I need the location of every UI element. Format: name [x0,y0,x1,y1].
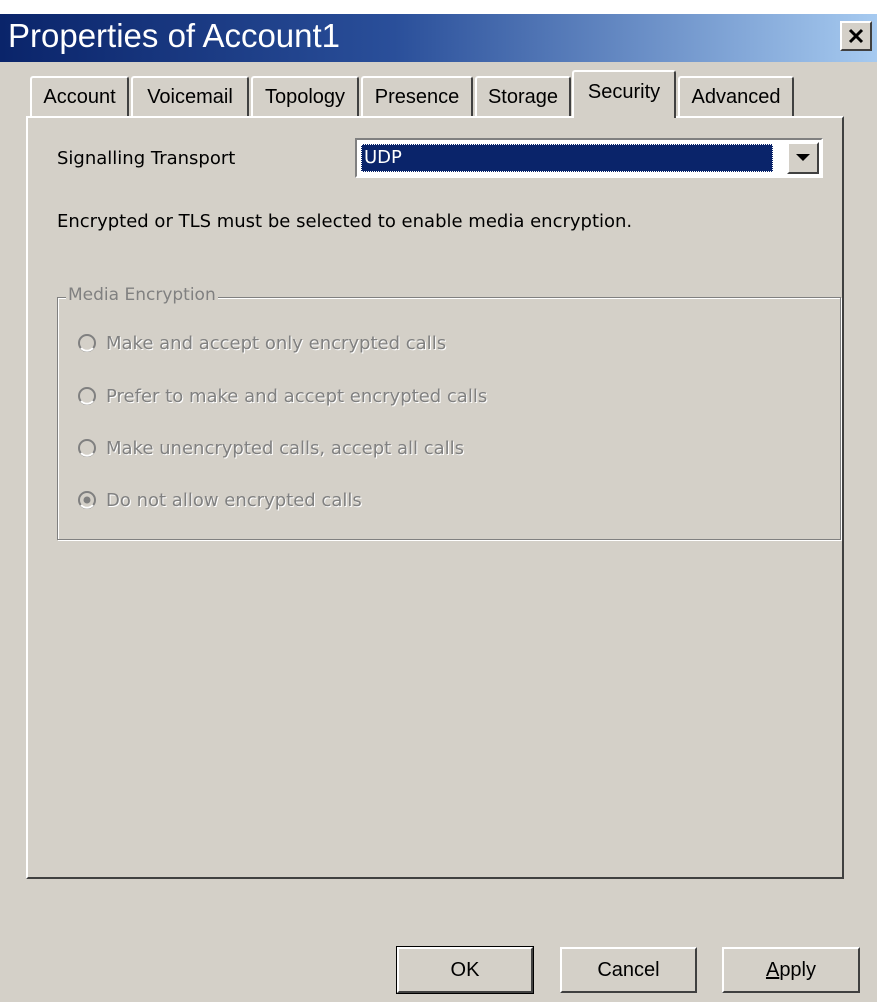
close-icon [848,28,864,44]
radio-only-encrypted[interactable]: Make and accept only encrypted calls [77,330,446,356]
apply-button[interactable]: Apply [722,947,860,993]
radio-no-encrypted-label: Do not allow encrypted calls [106,489,362,511]
tab-account-label: Account [43,85,116,108]
tab-topology[interactable]: Topology [251,76,359,116]
radio-unencrypted-accept-all[interactable]: Make unencrypted calls, accept all calls [77,435,464,461]
signalling-transport-select[interactable]: UDP [355,138,823,178]
apply-button-label: Apply [766,959,816,982]
title-bar: Properties of Account1 [0,14,877,62]
tab-storage[interactable]: Storage [475,76,571,116]
radio-unselected-icon [78,334,96,352]
cropped-page-header [0,0,877,14]
encryption-info-text: Encrypted or TLS must be selected to ena… [57,211,633,232]
dropdown-button[interactable] [787,142,819,174]
window-title: Properties of Account1 [8,17,341,54]
radio-prefer-encrypted[interactable]: Prefer to make and accept encrypted call… [77,383,487,409]
apply-label-rest: pply [779,958,817,981]
tab-security[interactable]: Security [572,70,676,118]
cancel-button-label: Cancel [597,958,660,981]
radio-no-encrypted[interactable]: Do not allow encrypted calls [77,487,362,513]
close-button[interactable] [840,21,872,51]
radio-unselected-icon [78,387,96,405]
apply-access-key: A [765,958,780,981]
signalling-transport-value: UDP [361,144,773,172]
tab-voicemail[interactable]: Voicemail [131,76,249,116]
radio-prefer-encrypted-label: Prefer to make and accept encrypted call… [106,385,488,407]
media-encryption-group: Media Encryption Make and accept only en… [57,285,841,540]
signalling-transport-label: Signalling Transport [57,148,236,169]
radio-selected-icon [78,491,96,509]
tab-advanced-label: Advanced [691,85,781,108]
radio-unencrypted-accept-all-label: Make unencrypted calls, accept all calls [106,437,465,459]
tab-presence[interactable]: Presence [361,76,473,116]
tab-presence-label: Presence [374,85,460,108]
ok-button-label: OK [450,958,480,981]
tab-storage-label: Storage [487,85,559,108]
radio-unselected-icon [78,439,96,457]
tab-topology-label: Topology [264,85,346,108]
ok-button[interactable]: OK [396,946,534,994]
tab-voicemail-label: Voicemail [147,85,233,108]
media-encryption-legend: Media Encryption [66,285,218,305]
chevron-down-icon [796,154,810,161]
tab-advanced[interactable]: Advanced [678,76,794,116]
tab-security-label: Security [587,80,661,103]
radio-only-encrypted-label: Make and accept only encrypted calls [106,332,447,354]
tab-account[interactable]: Account [30,76,129,116]
cancel-button[interactable]: Cancel [560,947,697,993]
